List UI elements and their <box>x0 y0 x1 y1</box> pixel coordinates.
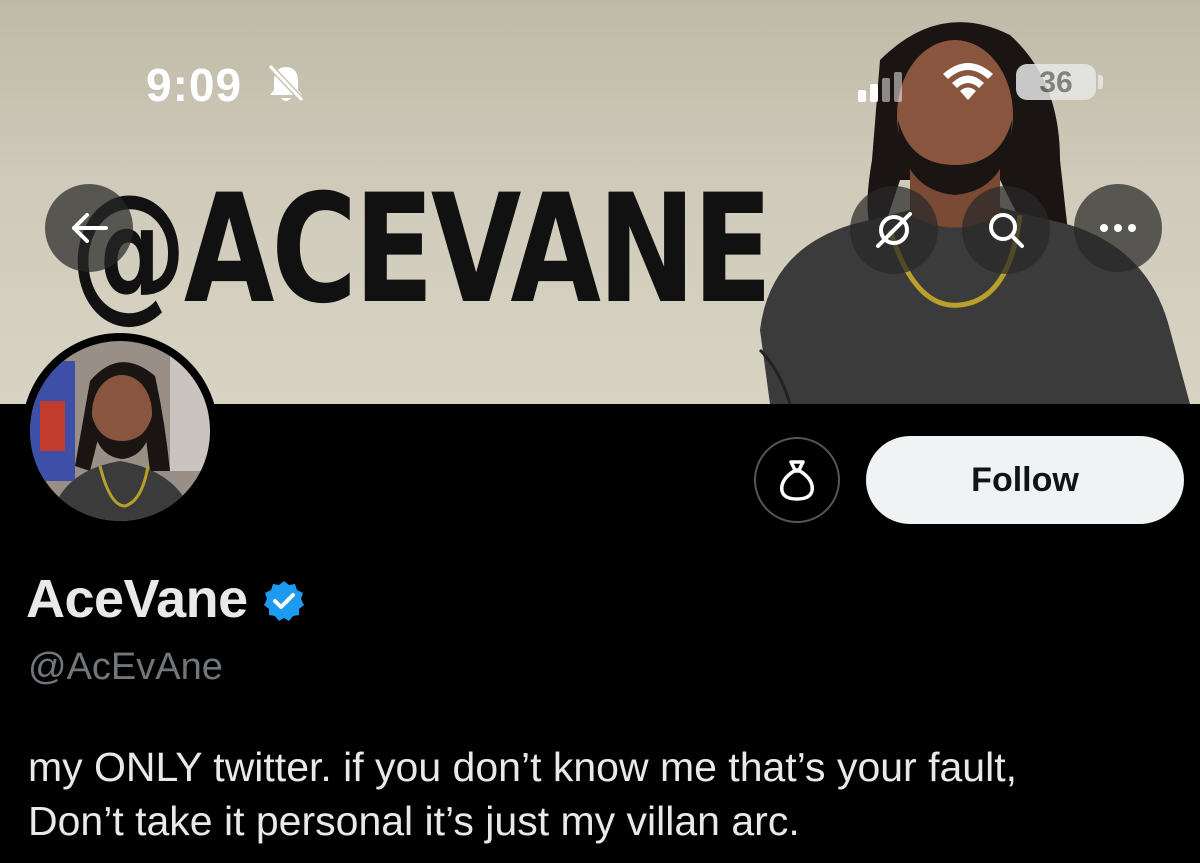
battery-icon: 36 <box>1016 64 1096 100</box>
status-time: 9:09 <box>146 59 243 111</box>
status-bar: 9:09 36 <box>0 0 1200 120</box>
search-icon <box>989 213 1024 248</box>
bio-line-2: Don’t take it personal it’s just my vill… <box>28 798 800 844</box>
grok-button[interactable] <box>850 186 938 274</box>
wifi-icon <box>943 63 993 100</box>
avatar-image <box>30 341 210 521</box>
profile-name-row: AceVane <box>26 568 306 630</box>
bell-muted-icon <box>267 63 305 103</box>
follow-button[interactable]: Follow <box>866 436 1184 524</box>
cellular-signal-icon <box>858 72 902 102</box>
grok-icon <box>876 212 912 248</box>
battery-tip <box>1098 75 1103 89</box>
profile-handle: @AcEvAne <box>28 646 223 688</box>
more-button[interactable] <box>1074 184 1162 272</box>
display-name: AceVane <box>26 569 248 629</box>
battery-level: 36 <box>1039 66 1073 99</box>
arrow-left-icon <box>72 213 108 243</box>
verified-badge-icon[interactable] <box>262 579 306 623</box>
bio-line-1: my ONLY twitter. if you don’t know me th… <box>28 744 1017 790</box>
profile-bio: my ONLY twitter. if you don’t know me th… <box>28 740 1178 848</box>
back-button[interactable] <box>45 184 133 272</box>
profile-avatar[interactable] <box>22 333 218 529</box>
money-bag-icon <box>780 460 814 501</box>
search-button[interactable] <box>962 186 1050 274</box>
more-horizontal-icon <box>1100 224 1136 232</box>
tip-button[interactable] <box>754 437 840 523</box>
